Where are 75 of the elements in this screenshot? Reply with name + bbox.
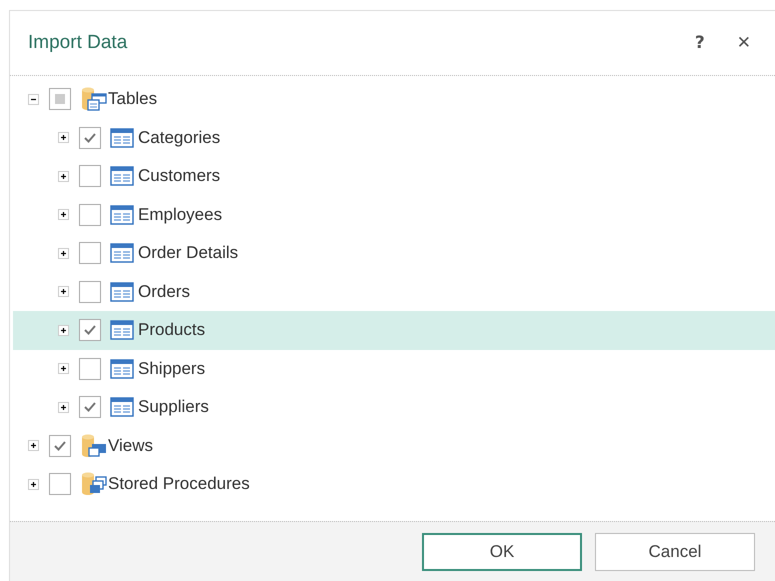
checkbox[interactable] xyxy=(79,204,101,226)
checkmark-icon xyxy=(83,401,97,414)
table-icon xyxy=(110,397,134,418)
table-icon xyxy=(110,166,134,186)
checkbox[interactable] xyxy=(49,473,71,496)
table-icon xyxy=(110,320,134,340)
tree-item-label: Orders xyxy=(138,282,190,302)
table-icon xyxy=(110,358,134,379)
expander[interactable] xyxy=(58,286,69,298)
table-icon xyxy=(110,243,134,264)
partial-check-icon xyxy=(55,94,65,104)
plus-icon xyxy=(59,326,68,335)
checkmark-icon xyxy=(53,440,67,452)
tree-item-label: Suppliers xyxy=(138,397,209,418)
plus-icon xyxy=(59,172,68,181)
tree-row[interactable]: Suppliers xyxy=(13,388,775,426)
expander[interactable] xyxy=(58,402,69,413)
tree-item-label: Tables xyxy=(108,89,158,110)
table-icon xyxy=(110,204,134,225)
checkbox[interactable] xyxy=(79,280,101,303)
checkbox[interactable] xyxy=(49,434,71,457)
table-icon xyxy=(110,282,134,302)
checkbox[interactable] xyxy=(49,88,71,110)
plus-icon xyxy=(59,133,68,142)
plus-icon xyxy=(59,402,68,412)
expander[interactable] xyxy=(58,363,69,374)
tree-row[interactable]: Orders xyxy=(13,272,775,311)
checkbox[interactable] xyxy=(79,396,101,418)
checkmark-icon xyxy=(83,132,97,144)
plus-icon xyxy=(59,210,68,220)
plus-icon xyxy=(29,441,38,450)
expander[interactable] xyxy=(58,132,69,144)
checkbox[interactable] xyxy=(79,165,101,188)
expander[interactable] xyxy=(28,478,39,490)
close-button[interactable]: ✕ xyxy=(736,33,751,53)
checkbox[interactable] xyxy=(79,358,101,380)
expander[interactable] xyxy=(58,248,69,259)
tree-row[interactable]: Customers xyxy=(13,157,775,196)
help-button[interactable]: ? xyxy=(694,33,705,53)
tree-row[interactable]: Categories xyxy=(13,118,775,157)
tree-row[interactable]: Views xyxy=(13,426,775,465)
database-icon xyxy=(80,471,108,498)
plus-icon xyxy=(59,287,68,296)
expander[interactable] xyxy=(28,94,39,105)
ok-button[interactable]: OK xyxy=(422,533,582,571)
tree-item-label: Categories xyxy=(138,128,220,148)
expander[interactable] xyxy=(28,440,39,452)
tree-row[interactable]: Tables xyxy=(13,80,775,118)
checkbox[interactable] xyxy=(79,319,101,342)
database-icon xyxy=(80,432,108,459)
plus-icon xyxy=(59,364,68,374)
plus-icon xyxy=(29,480,38,489)
tree-row[interactable]: Stored Procedures xyxy=(13,465,775,504)
checkbox[interactable] xyxy=(79,242,101,264)
table-icon xyxy=(110,128,134,148)
tree-row[interactable]: Order Details xyxy=(13,234,775,272)
checkmark-icon xyxy=(83,324,97,336)
tree-row[interactable]: Products xyxy=(13,311,775,350)
plus-icon xyxy=(59,248,68,258)
tree-item-label: Employees xyxy=(138,204,222,225)
tree-item-label: Customers xyxy=(138,166,220,186)
dialog-title: Import Data xyxy=(28,32,128,54)
cancel-button[interactable]: Cancel xyxy=(595,533,755,571)
database-icon xyxy=(80,86,108,112)
checkbox[interactable] xyxy=(79,126,101,149)
tree-row[interactable]: Employees xyxy=(13,196,775,234)
tree-item-label: Stored Procedures xyxy=(108,474,250,494)
expander[interactable] xyxy=(58,209,69,220)
tree-item-label: Order Details xyxy=(138,243,238,264)
expander[interactable] xyxy=(58,170,69,182)
tree-item-label: Products xyxy=(138,320,206,340)
tree-row[interactable]: Shippers xyxy=(13,350,775,388)
tree-item-label: Shippers xyxy=(138,358,206,379)
expander[interactable] xyxy=(58,324,69,336)
tree-item-label: Views xyxy=(108,436,154,456)
